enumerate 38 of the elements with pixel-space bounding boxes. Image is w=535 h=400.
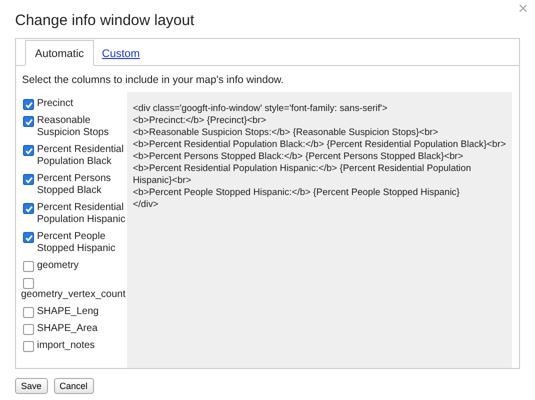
checkbox[interactable]: [23, 116, 34, 127]
code-line: <b>Reasonable Suspicion Stops:</b> {Reasonable Suspicion Stops}<br>: [132, 126, 440, 138]
template-code-area[interactable]: [126, 92, 512, 368]
code-line: </div>: [132, 198, 160, 210]
code-line: <div class='googft-info-window' style='font-family: sans-serif'>: [132, 102, 388, 114]
column-label: geometry_vertex_count: [21, 289, 127, 301]
checkbox[interactable]: [23, 174, 34, 185]
column-label: SHAPE_Area: [37, 323, 99, 335]
dialog-button[interactable]: Save: [15, 378, 48, 394]
column-label: Percent People Stopped Hispanic: [37, 231, 116, 255]
tab[interactable]: Custom: [94, 42, 148, 66]
dialog-title: Change info window layout: [15, 12, 194, 28]
checkbox[interactable]: [23, 278, 34, 289]
code-line: Hispanic}<br>: [132, 174, 192, 186]
checkbox[interactable]: [23, 203, 34, 214]
checkbox[interactable]: [23, 261, 34, 272]
column-label: import_notes: [37, 340, 96, 352]
column-label: Precinct: [37, 98, 74, 110]
checkbox[interactable]: [23, 145, 34, 156]
code-line: <b>Percent Residential Population Black:</b> {Percent Residential Population Black}<br>: [132, 138, 506, 150]
checkbox[interactable]: [23, 341, 34, 352]
column-label: Percent Persons Stopped Black: [37, 173, 112, 197]
instructions-text: Select the columns to include in your map's info window.: [21, 73, 285, 88]
column-label: SHAPE_Leng: [37, 306, 100, 318]
code-line: <b>Percent Persons Stopped Black:</b> {Percent Persons Stopped Black}<br>: [132, 150, 464, 162]
dialog-button[interactable]: Cancel: [54, 378, 94, 394]
checkbox[interactable]: [23, 307, 34, 318]
checkbox[interactable]: [23, 232, 34, 243]
column-label: Percent Residential Population Hispanic: [37, 202, 126, 226]
checkbox[interactable]: [23, 99, 34, 110]
column-label: Reasonable Suspicion Stops: [37, 115, 110, 139]
tab[interactable]: Automatic: [25, 40, 94, 66]
code-line: <b>Percent Residential Population Hispanic:</b> {Percent Residential Population: [132, 162, 472, 174]
code-line: <b>Precinct:</b> {Precinct}<br>: [132, 114, 268, 126]
code-line: <b>Percent People Stopped Hispanic:</b> {Percent People Stopped Hispanic}: [132, 186, 461, 198]
column-label: geometry: [37, 260, 80, 272]
checkbox[interactable]: [23, 324, 34, 335]
column-label: Percent Residential Population Black: [37, 144, 125, 168]
